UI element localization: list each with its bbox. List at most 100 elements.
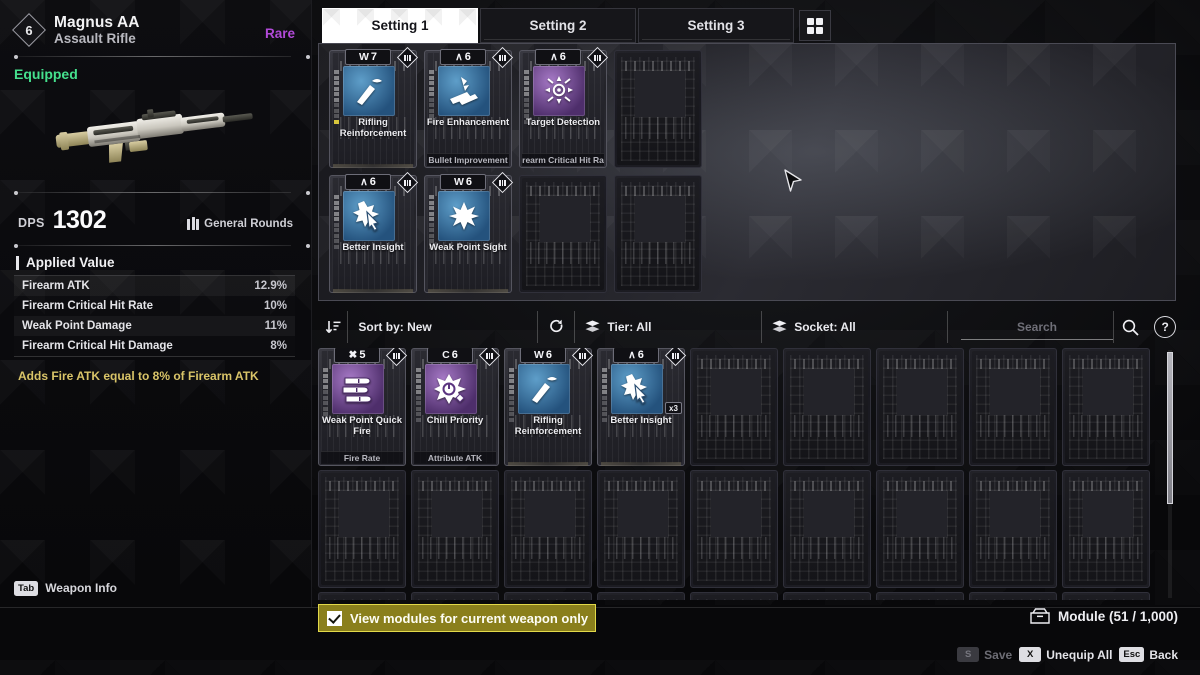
capacity-pip xyxy=(323,390,328,394)
inventory-slot-empty[interactable] xyxy=(1062,592,1150,600)
key-hint-label: Back xyxy=(1149,647,1178,662)
key-cap: Esc xyxy=(1119,647,1145,662)
inventory-slot-empty[interactable] xyxy=(969,592,1057,600)
equipped-module-card[interactable]: ∧ 6 Better Insight xyxy=(329,171,419,293)
inventory-slot-empty[interactable] xyxy=(783,592,871,600)
capacity-pip xyxy=(429,228,434,232)
equipped-slot-empty[interactable] xyxy=(614,50,702,168)
capacity-pip xyxy=(416,401,421,405)
module-icon-bullets xyxy=(332,364,384,414)
inventory-slot-empty[interactable] xyxy=(318,470,406,588)
inventory-slot-empty[interactable] xyxy=(318,592,406,600)
module-socket-header: W7 xyxy=(345,49,391,65)
inventory-slot-empty[interactable] xyxy=(411,470,499,588)
socket-filter-dropdown[interactable]: Socket: All xyxy=(761,311,948,343)
inventory-module-card[interactable]: C 6 Chill Priority Attribute ATK xyxy=(411,348,501,466)
search-input[interactable]: Search xyxy=(960,314,1113,340)
tab-setting-3[interactable]: Setting 3 xyxy=(638,8,794,43)
socket-type-icon: C xyxy=(442,348,450,361)
inventory-module-card[interactable]: ✖ 5 Weak Point Quick Fire Fire Rate xyxy=(318,348,408,466)
module-capacity-cost: 5 xyxy=(359,348,366,361)
equipped-module-card[interactable]: W 7 Rifling Reinforcement xyxy=(329,46,419,168)
inventory-slot-empty[interactable] xyxy=(1062,348,1150,466)
tab-label: Setting 1 xyxy=(371,18,429,33)
tier-filter-label: Tier: All xyxy=(607,320,652,334)
module-tier-badge xyxy=(664,348,687,367)
capacity-pip xyxy=(429,195,434,199)
equipped-module-card[interactable]: W 6 Weak Point Sight xyxy=(424,171,514,293)
sort-by-dropdown[interactable]: Sort by: New xyxy=(347,311,537,343)
capacity-pip xyxy=(323,379,328,383)
setting-tabs[interactable]: Setting 1 Setting 2 Setting 3 xyxy=(322,8,831,43)
sort-direction-icon[interactable] xyxy=(318,311,347,343)
module-footer-ornament xyxy=(333,164,413,168)
equipped-slot-empty[interactable] xyxy=(614,175,702,293)
capacity-pip xyxy=(323,406,328,411)
applied-value-label: Applied Value xyxy=(26,255,115,271)
capacity-pip xyxy=(509,395,514,400)
module-inventory-grid[interactable]: ✖ 5 Weak Point Quick Fire Fire Rate C 6 Chill … xyxy=(318,348,1163,600)
capacity-pip xyxy=(524,81,529,85)
key-hint-label: Save xyxy=(984,647,1013,662)
capacity-pip xyxy=(334,222,339,227)
inventory-slot-empty[interactable] xyxy=(690,470,778,588)
inventory-slot-empty[interactable] xyxy=(969,348,1057,466)
equipped-module-card[interactable]: ∧6 Target Detection Firearm Critical Hit R… xyxy=(519,46,609,168)
tab-setting-2[interactable]: Setting 2 xyxy=(480,8,636,43)
capacity-pip xyxy=(429,75,434,80)
capacity-pip xyxy=(334,70,339,74)
view-current-weapon-label: View modules for current weapon only xyxy=(350,610,589,626)
inventory-slot-empty[interactable] xyxy=(690,348,778,466)
help-button[interactable]: ? xyxy=(1154,316,1176,338)
tab-setting-1[interactable]: Setting 1 xyxy=(322,8,478,43)
module-count: Module (51 / 1,000) xyxy=(1030,608,1178,624)
inventory-scrollbar-thumb[interactable] xyxy=(1167,352,1173,504)
capacity-pip xyxy=(524,97,529,102)
module-inventory[interactable]: ✖ 5 Weak Point Quick Fire Fire Rate C 6 Chill … xyxy=(318,348,1163,600)
key-hint-unequip-all[interactable]: X Unequip All xyxy=(1019,647,1112,662)
inventory-slot-empty[interactable] xyxy=(783,470,871,588)
inventory-module-card[interactable]: ∧ 6 x3 Better Insight xyxy=(597,348,687,466)
inventory-slot-empty[interactable] xyxy=(1062,470,1150,588)
module-tier-badge xyxy=(396,46,419,69)
search-button[interactable] xyxy=(1113,311,1146,343)
key-hints[interactable]: S Save X Unequip All Esc Back xyxy=(957,647,1178,662)
inventory-slot-empty[interactable] xyxy=(969,470,1057,588)
inventory-slot-empty[interactable] xyxy=(597,470,685,588)
inventory-slot-empty[interactable] xyxy=(876,348,964,466)
reset-filters-button[interactable] xyxy=(537,311,574,343)
equipped-slot-empty[interactable] xyxy=(519,175,607,293)
module-type: Bullet Improvement xyxy=(427,153,509,166)
weapon-name: Magnus AA xyxy=(54,14,140,31)
weapon-info-footer[interactable]: Tab Weapon Info xyxy=(0,569,311,607)
module-tier-badge xyxy=(586,46,609,69)
module-socket-header: ✖ 5 xyxy=(334,348,380,363)
equipped-module-card[interactable]: ∧ 6 Fire Enhancement Bullet Improvement xyxy=(424,46,514,168)
section-marker xyxy=(16,255,19,270)
inventory-slot-empty[interactable] xyxy=(411,592,499,600)
module-tier-badge xyxy=(571,348,594,367)
inventory-slot-empty[interactable] xyxy=(783,348,871,466)
equipped-slot-grid[interactable]: W 7 Rifling Reinforcement ∧ 6 Fire Enhancemen… xyxy=(329,46,702,293)
inventory-module-card[interactable]: W 6 Rifling Reinforcement xyxy=(504,348,594,466)
applied-value-title: Applied Value xyxy=(16,255,295,270)
inventory-slot-empty[interactable] xyxy=(504,592,592,600)
inventory-slot-empty[interactable] xyxy=(876,592,964,600)
filter-toolbar[interactable]: Sort by: New Tier: All Socket: All Searc… xyxy=(318,311,1176,343)
inventory-slot-empty[interactable] xyxy=(690,592,778,600)
key-hint-back[interactable]: Esc Back xyxy=(1119,647,1178,662)
capacity-pip xyxy=(524,70,529,74)
view-current-weapon-checkbox[interactable]: View modules for current weapon only xyxy=(318,604,596,632)
inventory-slot-empty[interactable] xyxy=(504,470,592,588)
tab-label: Setting 3 xyxy=(687,18,745,33)
inventory-slot-empty[interactable] xyxy=(597,592,685,600)
capacity-pip xyxy=(323,373,328,378)
key-hint-save[interactable]: S Save xyxy=(957,647,1012,662)
tier-filter-dropdown[interactable]: Tier: All xyxy=(574,311,761,343)
module-socket-header: W6 xyxy=(440,174,486,190)
add-preset-button[interactable] xyxy=(799,10,831,41)
inventory-slot-empty[interactable] xyxy=(876,470,964,588)
capacity-pip xyxy=(323,384,328,389)
weapon-artwork xyxy=(14,86,295,182)
capacity-pip xyxy=(429,217,434,221)
